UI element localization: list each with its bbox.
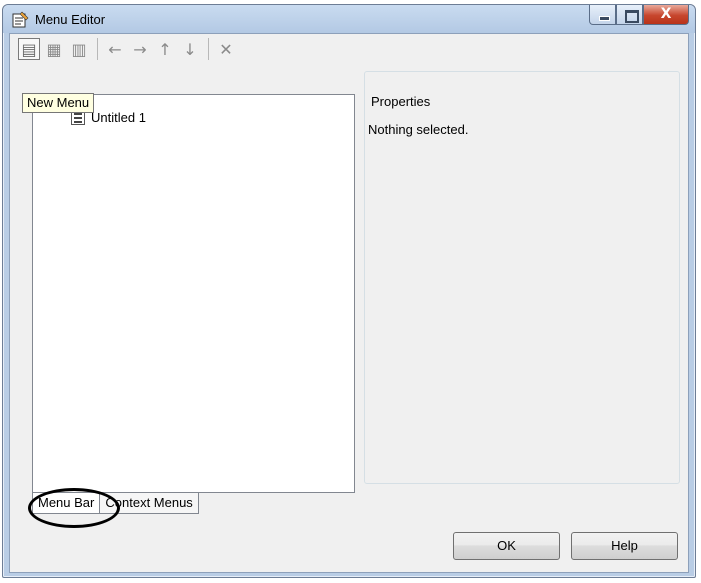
toolbar-separator — [97, 38, 98, 60]
close-icon: X — [660, 6, 672, 22]
delete-button[interactable]: ✕ — [215, 38, 237, 60]
move-down-icon: ↓ — [183, 39, 197, 59]
move-left-button[interactable]: ← — [104, 38, 126, 60]
new-menu-item-button[interactable]: ▦ — [43, 38, 65, 60]
menu-tree[interactable]: Untitled 1 — [32, 94, 355, 493]
title-bar[interactable]: Menu Editor X — [3, 5, 695, 33]
new-menu-tooltip: New Menu — [22, 93, 95, 113]
toolbar-separator — [208, 38, 209, 60]
ok-button[interactable]: OK — [453, 532, 560, 560]
move-right-icon: → — [133, 39, 147, 59]
new-context-menu-button[interactable]: ▥ — [68, 38, 90, 60]
move-left-icon: ← — [108, 39, 122, 59]
new-menu-item-icon: ▦ — [46, 39, 62, 59]
move-up-icon: ↑ — [158, 39, 172, 59]
move-down-button[interactable]: ↓ — [179, 38, 201, 60]
move-right-button[interactable]: → — [129, 38, 151, 60]
toolbar: ▤ ▦ ▥ ← → ↑ ↓ ✕ — [10, 34, 688, 64]
tree-item-label: Untitled 1 — [91, 109, 146, 125]
annotation-circle — [28, 488, 120, 528]
caption-buttons: X — [589, 5, 689, 25]
new-menu-button[interactable]: ▤ — [18, 38, 40, 60]
minimize-button[interactable] — [589, 5, 616, 25]
move-up-button[interactable]: ↑ — [154, 38, 176, 60]
maximize-button[interactable] — [616, 5, 643, 25]
properties-status-text: Nothing selected. — [368, 122, 469, 137]
close-button[interactable]: X — [643, 5, 689, 25]
new-menu-icon: ▤ — [21, 39, 37, 59]
new-context-menu-icon: ▥ — [71, 39, 87, 59]
help-button[interactable]: Help — [571, 532, 678, 560]
properties-legend: Properties — [368, 94, 434, 109]
window-title: Menu Editor — [35, 12, 106, 27]
delete-icon: ✕ — [219, 39, 233, 59]
menu-editor-app-icon — [12, 11, 29, 28]
